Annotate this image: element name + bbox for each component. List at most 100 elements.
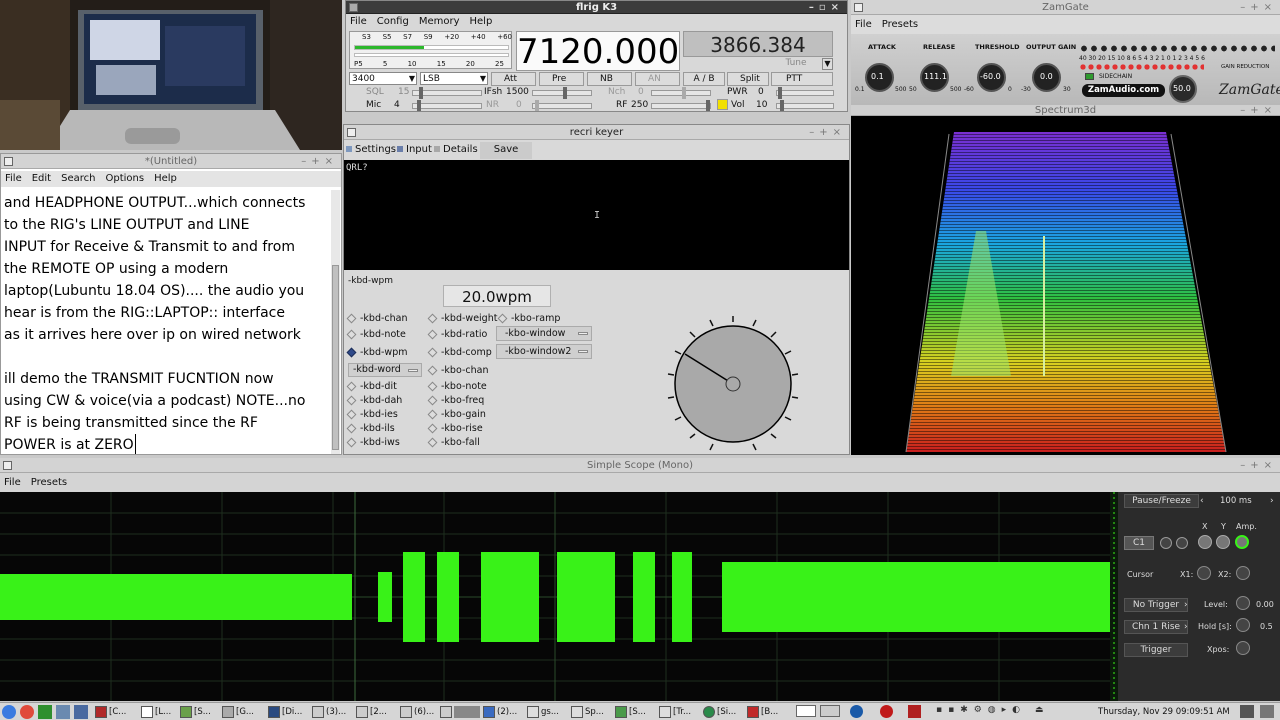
tab-input[interactable]: Input: [397, 142, 432, 158]
hp-icon[interactable]: [850, 705, 863, 718]
workspace-icon[interactable]: [820, 705, 840, 717]
radio-kbo-ramp[interactable]: -kbo-ramp: [497, 313, 560, 324]
keyer-text-area[interactable]: QRL? I: [344, 160, 849, 270]
window-controls-icon[interactable]: –+×: [1240, 105, 1277, 116]
task-item[interactable]: [S...: [180, 705, 211, 719]
task-item[interactable]: (2)...: [483, 705, 517, 719]
vol-checkbox[interactable]: [717, 99, 728, 110]
window-controls-icon[interactable]: –+×: [301, 154, 338, 169]
radio-kbd-wpm[interactable]: -kbd-wpm: [346, 347, 407, 358]
menu-file[interactable]: File: [5, 173, 22, 184]
radio-kbo-freq[interactable]: -kbo-freq: [427, 395, 484, 406]
task-item[interactable]: [G...: [222, 705, 254, 719]
tune-button[interactable]: Tune: [776, 58, 816, 70]
menu-file[interactable]: File: [855, 19, 872, 30]
chevron-left-icon[interactable]: ‹: [1200, 496, 1204, 506]
nch-slider[interactable]: [651, 87, 711, 99]
scrollbar-thumb[interactable]: [332, 265, 339, 450]
pwr-slider[interactable]: [776, 87, 834, 99]
task-item[interactable]: (6)...: [400, 705, 434, 719]
channel-rise-select[interactable]: Chn 1 Rise: [1124, 620, 1188, 634]
radio-kbo-chan[interactable]: -kbo-chan: [427, 365, 488, 376]
task-item[interactable]: gs...: [527, 705, 559, 719]
menu-edit[interactable]: Edit: [32, 173, 51, 184]
split-button[interactable]: Split: [727, 72, 769, 86]
save-button[interactable]: Save: [480, 142, 532, 159]
radio-kbd-ies[interactable]: -kbd-ies: [346, 409, 398, 420]
kbo-window2-menubutton[interactable]: -kbo-window2: [496, 344, 592, 359]
rf-slider[interactable]: [651, 100, 711, 111]
trigger-mode-select[interactable]: No Trigger: [1124, 598, 1188, 612]
menu-help[interactable]: Help: [470, 16, 493, 27]
task-item[interactable]: [B...: [747, 705, 778, 719]
x2-knob[interactable]: [1236, 566, 1250, 580]
start-menu-icon[interactable]: [2, 705, 16, 719]
ptt-button[interactable]: PTT: [771, 72, 833, 86]
editor-scrollbar[interactable]: [331, 190, 340, 454]
pre-button[interactable]: Pre: [539, 72, 584, 86]
window-controls-icon[interactable]: –+×: [1240, 0, 1277, 15]
bandwidth-select[interactable]: 3400 ▼: [349, 72, 417, 85]
spectrum-titlebar[interactable]: Spectrum3d –+×: [851, 105, 1280, 116]
kbd-word-menubutton[interactable]: -kbd-word: [348, 363, 422, 377]
radio-kbo-rise[interactable]: -kbo-rise: [427, 423, 483, 434]
radio-kbd-note[interactable]: -kbd-note: [346, 329, 406, 340]
desktop-icon[interactable]: [74, 705, 88, 719]
radio-kbd-ils[interactable]: -kbd-ils: [346, 423, 395, 434]
hold-knob[interactable]: [1236, 618, 1250, 632]
menu-config[interactable]: Config: [377, 16, 409, 27]
pause-freeze-button[interactable]: Pause/Freeze: [1124, 494, 1199, 508]
app-icon[interactable]: [908, 705, 921, 718]
tab-settings[interactable]: Settings: [346, 142, 396, 158]
workspace-icon[interactable]: [796, 705, 816, 717]
menu-file[interactable]: File: [4, 477, 21, 488]
radio-kbo-gain[interactable]: -kbo-gain: [427, 409, 486, 420]
zamgate-titlebar[interactable]: ZamGate –+×: [851, 0, 1280, 15]
chevron-right-icon[interactable]: ›: [1270, 496, 1274, 506]
record-icon[interactable]: [1176, 537, 1188, 549]
scope-titlebar[interactable]: Simple Scope (Mono) –+×: [0, 458, 1280, 473]
task-item[interactable]: [S...: [615, 705, 646, 719]
radio-kbd-ratio[interactable]: -kbd-ratio: [427, 329, 487, 340]
x1-knob[interactable]: [1197, 566, 1211, 580]
radio-kbd-dah[interactable]: -kbd-dah: [346, 395, 402, 406]
task-item[interactable]: [C...: [95, 705, 126, 719]
editor-textarea[interactable]: and HEADPHONE OUTPUT...which connects to…: [4, 192, 330, 454]
clock[interactable]: Thursday, Nov 29 09:09:51 AM: [1098, 705, 1230, 719]
tab-details[interactable]: Details: [434, 142, 478, 158]
menu-search[interactable]: Search: [61, 173, 95, 184]
wpm-dial-knob[interactable]: [658, 308, 808, 455]
time-value[interactable]: 100 ms: [1220, 496, 1252, 506]
ifsh-slider[interactable]: [532, 87, 592, 99]
editor-titlebar[interactable]: *(Untitled) –+×: [1, 154, 341, 169]
files-icon[interactable]: [56, 705, 70, 719]
radio-kbd-comp[interactable]: -kbd-comp: [427, 347, 492, 358]
flrig-titlebar[interactable]: flrig K3 –▫×: [346, 1, 847, 14]
record-icon[interactable]: [880, 705, 893, 718]
task-item[interactable]: [440, 705, 480, 719]
radio-kbo-note[interactable]: -kbo-note: [427, 381, 487, 392]
y-knob[interactable]: [1216, 535, 1230, 549]
radio-kbd-iws[interactable]: -kbd-iws: [346, 437, 400, 448]
show-desktop-icon[interactable]: [1240, 705, 1254, 718]
nb-button[interactable]: NB: [587, 72, 632, 86]
tune-arrow-icon[interactable]: ▼: [822, 58, 833, 70]
zamaudio-link[interactable]: ZamAudio.com: [1082, 84, 1165, 97]
trigger-button[interactable]: Trigger: [1124, 643, 1188, 657]
mic-slider[interactable]: [412, 100, 482, 111]
task-item[interactable]: [2...: [356, 705, 387, 719]
task-item[interactable]: [Di...: [268, 705, 302, 719]
radio-kbd-dit[interactable]: -kbd-dit: [346, 381, 397, 392]
radio-kbo-fall[interactable]: -kbo-fall: [427, 437, 480, 448]
terminal-icon[interactable]: [38, 705, 52, 719]
menu-options[interactable]: Options: [105, 173, 144, 184]
task-item[interactable]: [L...: [141, 705, 171, 719]
vfo-a-display[interactable]: 7120.000: [516, 31, 680, 72]
radio-kbd-weight[interactable]: -kbd-weight: [427, 313, 497, 324]
task-item[interactable]: [Si...: [703, 705, 736, 719]
chevron-right-icon[interactable]: ›: [1184, 622, 1188, 632]
menu-file[interactable]: File: [350, 16, 367, 27]
channel-c1-button[interactable]: C1: [1124, 536, 1154, 550]
logout-icon[interactable]: [1260, 705, 1274, 718]
menu-presets[interactable]: Presets: [882, 19, 918, 30]
